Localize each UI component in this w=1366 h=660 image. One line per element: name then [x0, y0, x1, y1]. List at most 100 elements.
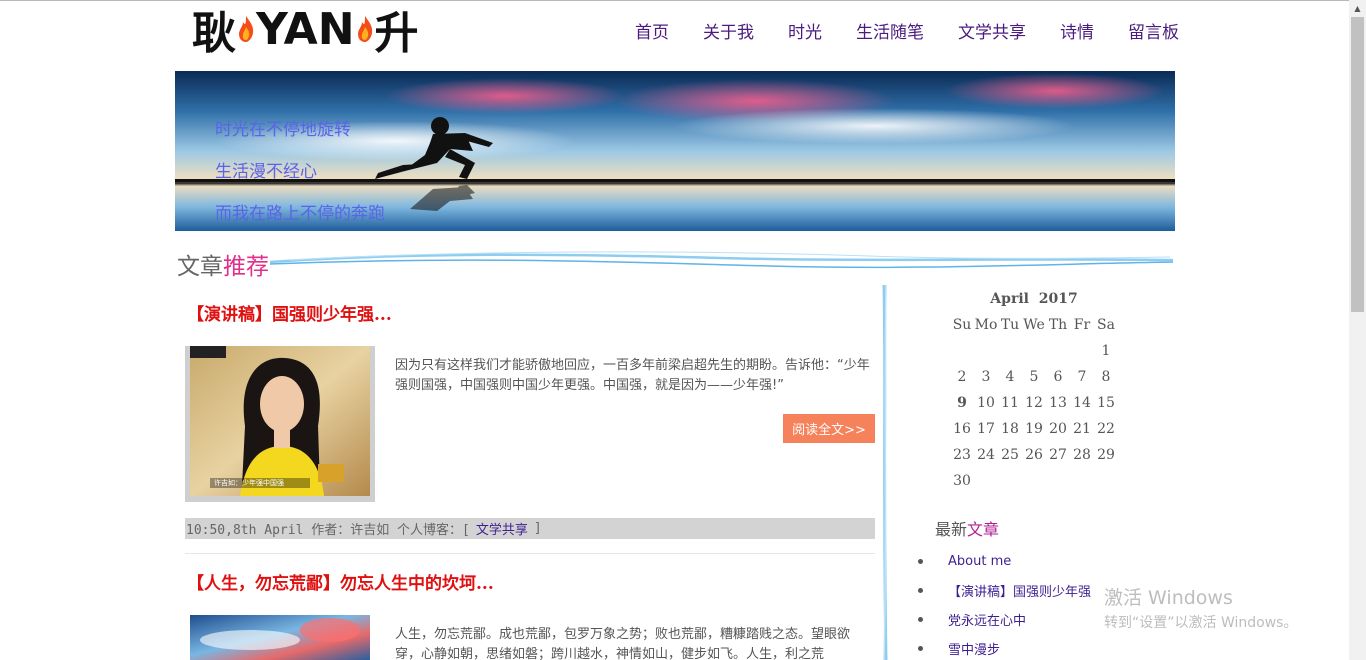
hero-banner: 时光在不停地旋转 生活漫不经心 而我在路上不停的奔跑: [175, 71, 1175, 231]
calendar-day[interactable]: 27: [1046, 442, 1070, 468]
calendar-day[interactable]: 14: [1070, 390, 1094, 416]
calendar-day[interactable]: 28: [1070, 442, 1094, 468]
calendar-day[interactable]: 18: [998, 416, 1022, 442]
calendar-day[interactable]: 23: [950, 442, 974, 468]
article-title-1[interactable]: 【演讲稿】国强则少年强...: [187, 300, 392, 325]
calendar-day[interactable]: 24: [974, 442, 998, 468]
recent-post-link[interactable]: 【演讲稿】国强则少年强: [948, 581, 1091, 600]
column-divider: [882, 285, 888, 660]
calendar-empty-cell: [974, 338, 998, 364]
scroll-thumb[interactable]: [1351, 17, 1364, 312]
banner-line-1: 时光在不停地旋转: [215, 120, 351, 140]
calendar-day[interactable]: 9: [950, 390, 974, 416]
calendar-caption: April 2017: [950, 286, 1118, 312]
calendar-day[interactable]: 3: [974, 364, 998, 390]
bullet-icon: [918, 617, 923, 622]
recent-post-link[interactable]: 雪中漫步: [948, 639, 1000, 658]
calendar-empty-cell: [1046, 338, 1070, 364]
calendar-day[interactable]: 26: [1022, 442, 1046, 468]
calendar-day[interactable]: 4: [998, 364, 1022, 390]
weekday-label: We: [1023, 317, 1045, 333]
calendar-week-row: 2345678: [950, 364, 1118, 390]
logo-char-mid: YAN: [256, 3, 355, 55]
calendar-day[interactable]: 10: [974, 390, 998, 416]
calendar-weekday-row: Su Mo Tu We Th Fr Sa: [950, 312, 1118, 338]
calendar-day[interactable]: 29: [1094, 442, 1118, 468]
article-excerpt-2: 人生，勿忘荒鄙。成也荒鄙，包罗万象之势；败也荒鄙，糟糠踏贱之态。望眼欲穿，心静如…: [395, 627, 851, 660]
article-title-2[interactable]: 【人生，勿忘荒鄙】勿忘人生中的坎坷...: [187, 569, 494, 594]
calendar-week-row: 23 24 25 26 27 28 29: [950, 442, 1118, 468]
article-thumb-frame-2: [185, 615, 375, 660]
section-title-accent: 推荐: [223, 254, 269, 280]
nav-literature[interactable]: 文学共享: [941, 18, 1043, 43]
calendar-day[interactable]: 30: [950, 468, 974, 494]
calendar-day[interactable]: 6: [1046, 364, 1070, 390]
calendar-day[interactable]: 11: [998, 390, 1022, 416]
calendar-widget: April 2017 Su Mo Tu We Th Fr Sa 12345678…: [950, 286, 1118, 494]
calendar-empty-cell: [1046, 468, 1070, 494]
calendar-day[interactable]: 19: [1022, 416, 1046, 442]
calendar-day[interactable]: 21: [1070, 416, 1094, 442]
bullet-icon: [918, 588, 923, 593]
nav-time[interactable]: 时光: [771, 18, 839, 43]
nav-home[interactable]: 首页: [618, 18, 686, 43]
weekday-label: Mo: [974, 317, 998, 333]
calendar-empty-cell: [950, 338, 974, 364]
calendar-empty-cell: [1070, 338, 1094, 364]
nav-poetry[interactable]: 诗情: [1043, 18, 1111, 43]
calendar-day[interactable]: 1: [1094, 338, 1118, 364]
bullet-icon: [918, 646, 923, 651]
calendar-empty-cell: [1094, 468, 1118, 494]
calendar-day[interactable]: 22: [1094, 416, 1118, 442]
calendar-day[interactable]: 8: [1094, 364, 1118, 390]
list-item: 党永远在心中: [918, 605, 1091, 634]
calendar-empty-cell: [1022, 338, 1046, 364]
recent-posts-list: About me 【演讲稿】国强则少年强 党永远在心中 雪中漫步: [918, 547, 1091, 660]
calendar-day[interactable]: 20: [1046, 416, 1070, 442]
calendar-week-row: 30: [950, 468, 1118, 494]
calendar-empty-cell: [998, 468, 1022, 494]
recent-post-link[interactable]: 党永远在心中: [948, 610, 1026, 629]
section-title: 文章推荐: [177, 247, 269, 281]
vertical-scrollbar[interactable]: ▲: [1349, 0, 1366, 660]
meta-category-link[interactable]: 文学共享: [476, 519, 528, 538]
calendar-body: 1 2 3 4 5 6 7 8 9 10 11 12 13 14 15 16 17 18 19 20 21 22 23 24 2…: [950, 338, 1118, 494]
banner-line-3: 而我在路上不停的奔跑: [215, 204, 385, 224]
logo-char-right: 升: [374, 8, 419, 59]
logo-char-left: 耿: [192, 8, 236, 59]
calendar-day[interactable]: 15: [1094, 390, 1118, 416]
list-item: 【演讲稿】国强则少年强: [918, 576, 1091, 605]
calendar-empty-cell: [1022, 468, 1046, 494]
windows-activation-watermark: 激活 Windows 转到“设置”以激活 Windows。: [1104, 583, 1297, 632]
article-meta-1: 10:50,8th April 作者：许吉如 个人博客：[ 文学共享 ]: [185, 518, 875, 539]
calendar-week-row: 1: [950, 338, 1118, 364]
recent-post-link[interactable]: About me: [948, 554, 1011, 569]
scroll-up-arrow-icon[interactable]: ▲: [1349, 0, 1366, 17]
article-thumbnail-2[interactable]: [190, 615, 370, 660]
calendar-day[interactable]: 25: [998, 442, 1022, 468]
watermark-line-2: 转到“设置”以激活 Windows。: [1104, 615, 1298, 631]
calendar-day[interactable]: 7: [1070, 364, 1094, 390]
nav-essays[interactable]: 生活随笔: [839, 18, 941, 43]
calendar-day[interactable]: 16: [950, 416, 974, 442]
article-thumbnail-1[interactable]: 许吉如：少年强中国强: [190, 346, 370, 496]
site-logo[interactable]: 耿 YAN 升: [192, 3, 432, 60]
weekday-label: Fr: [1073, 317, 1091, 333]
calendar-week-row: 9 10 11 12 13 14 15: [950, 390, 1118, 416]
wave-decoration: [270, 251, 1174, 269]
calendar-month: April: [990, 291, 1029, 307]
meta-info: 10:50,8th April 作者：许吉如 个人博客：[: [186, 523, 470, 538]
calendar-day[interactable]: 12: [1022, 390, 1046, 416]
list-item: About me: [918, 547, 1091, 576]
recent-title-accent: 文章: [967, 520, 1000, 539]
nav-guestbook[interactable]: 留言板: [1111, 18, 1196, 43]
bullet-icon: [918, 559, 923, 564]
calendar-day[interactable]: 13: [1046, 390, 1070, 416]
recent-title-plain: 最新: [935, 520, 968, 539]
calendar-day[interactable]: 2: [950, 364, 974, 390]
read-more-button[interactable]: 阅读全文>>: [783, 414, 875, 443]
nav-about[interactable]: 关于我: [686, 18, 771, 43]
calendar-day[interactable]: 5: [1022, 364, 1046, 390]
calendar-day[interactable]: 17: [974, 416, 998, 442]
meta-bracket-close: ]: [533, 521, 542, 536]
